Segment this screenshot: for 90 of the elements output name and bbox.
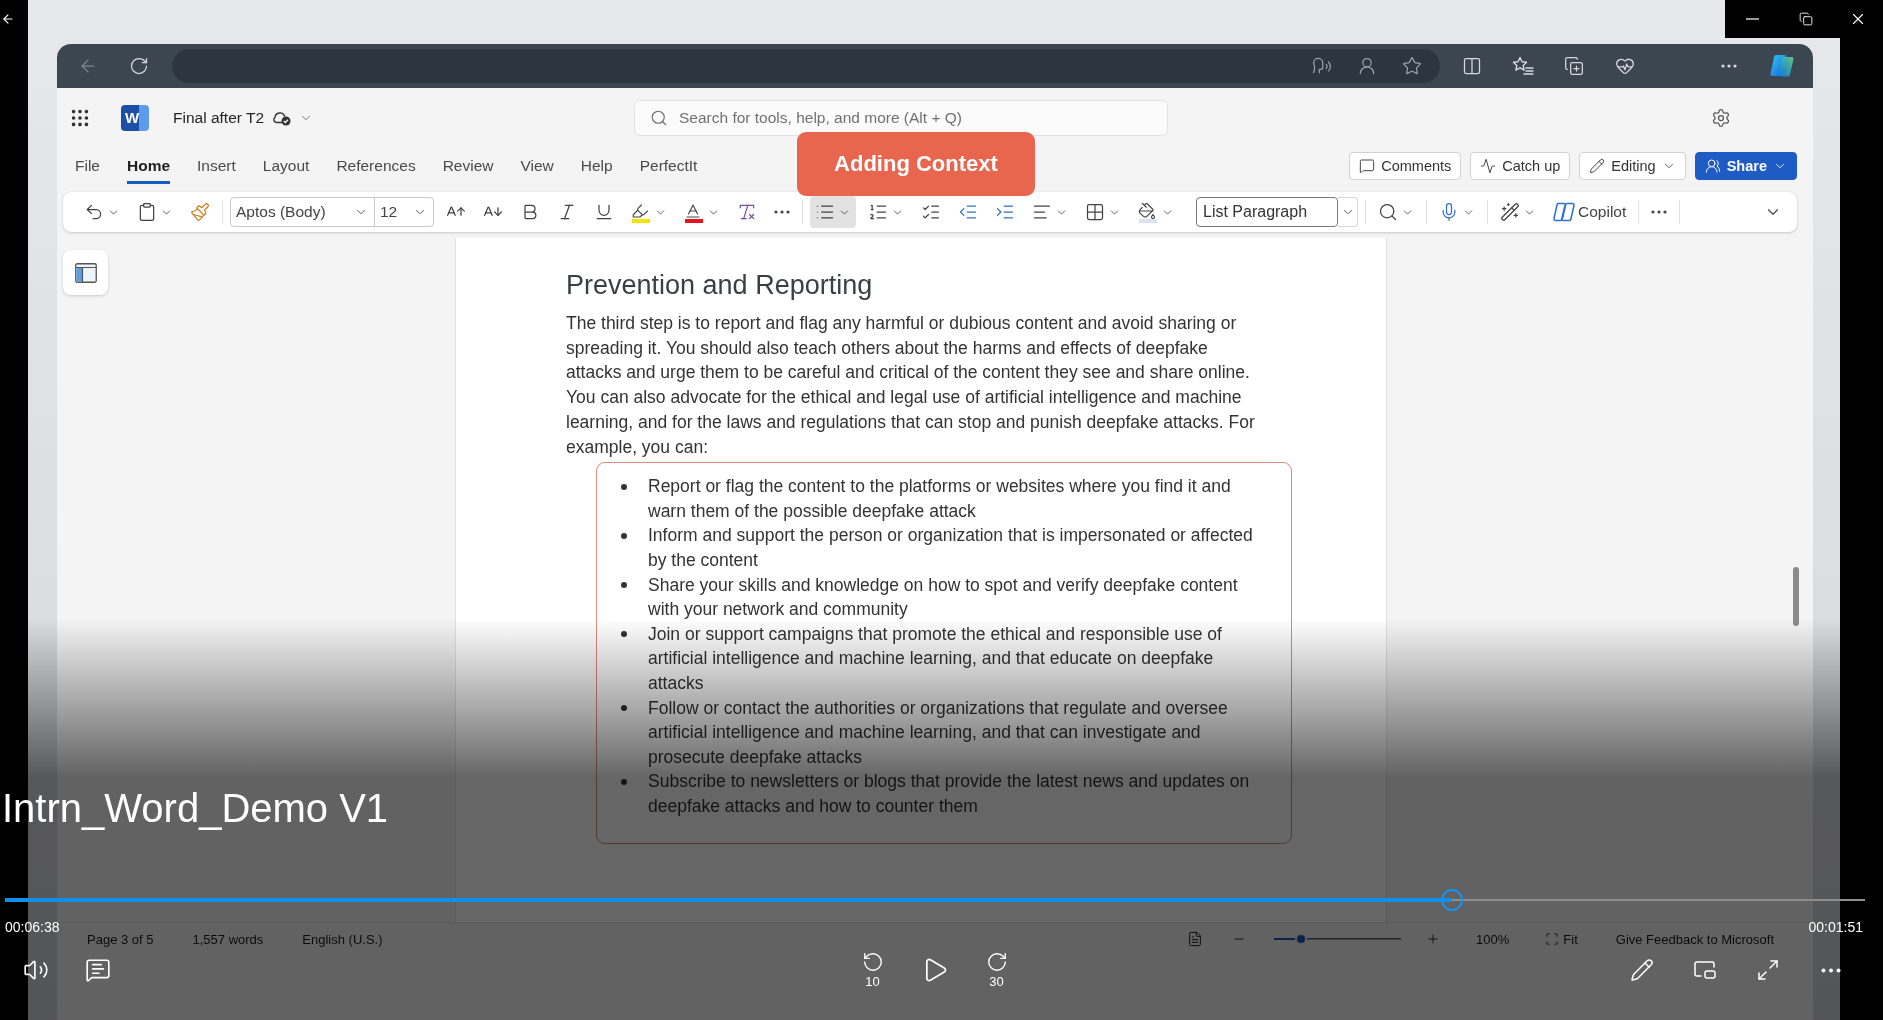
settings-icon xyxy=(1711,108,1731,128)
ribbon-tab[interactable]: Home xyxy=(127,148,171,184)
bullet-icon xyxy=(621,532,627,539)
font-name-field[interactable]: Aptos (Body) xyxy=(230,197,375,227)
bullet-icon xyxy=(621,705,627,712)
counterclockwise-arrow-icon xyxy=(861,951,884,973)
undo-icon xyxy=(84,202,104,222)
speech-bubble-icon xyxy=(1359,158,1376,174)
speech-bubble-icon xyxy=(85,957,111,983)
pencil-icon xyxy=(1589,158,1606,174)
more-icon xyxy=(1821,967,1841,973)
bullet-text: Subscribe to newsletters or blogs that provide the latest news and updates on deepfake attacks and how to counter them xyxy=(648,770,1251,818)
comments-button[interactable]: Comments xyxy=(1349,152,1462,180)
ribbon-tab[interactable]: Help xyxy=(580,148,613,184)
bullet-text: Report or flag the content to the platforms or websites where you find it and warn them of the possible deepfake attack xyxy=(648,475,1232,523)
ribbon-tab[interactable]: View xyxy=(520,148,554,184)
ribbon-tab[interactable]: Insert xyxy=(197,148,236,184)
numbered-list-icon xyxy=(868,202,888,222)
page-count: Page 3 of 5 xyxy=(87,931,154,947)
clipboard-icon xyxy=(137,202,157,222)
magic-wand-icon xyxy=(1500,202,1520,222)
star-lines-icon[interactable] xyxy=(1512,56,1534,76)
body-paragraph: The third step is to report and flag any harmful or dubious content and avoid sharing or spreading it. You should also teach others about the harms and effects of deepfake attacks and urge them to be careful and critical of the content they see and share online. You can also advocate for the ethical and legal use of artificial intelligence and machine learning, and for the laws and regulations that can stop and punish deepfake attacks. For example, you can: xyxy=(566,312,1256,459)
scrollbar-thumb[interactable] xyxy=(1793,567,1799,626)
highlighter-icon xyxy=(631,201,651,223)
rewind-button[interactable]: 10 xyxy=(850,950,895,990)
restore-icon xyxy=(1799,12,1813,26)
grid-icon xyxy=(1085,202,1105,222)
more-icon xyxy=(1721,64,1737,68)
bullet-icon xyxy=(621,631,627,638)
search-icon xyxy=(1378,202,1398,222)
reload-icon xyxy=(129,56,149,76)
ribbon-tab[interactable]: PerfectIt xyxy=(639,148,698,184)
side-panel-icon xyxy=(74,262,97,283)
speaking-head-icon xyxy=(1312,56,1332,76)
remaining-time: 00:01:51 xyxy=(1808,918,1863,936)
more-icon xyxy=(1651,210,1668,214)
paint-bucket-icon xyxy=(1138,201,1158,223)
linked-shapes-icon xyxy=(1553,202,1575,222)
eraser-format-icon xyxy=(737,202,757,222)
app-logo: W xyxy=(121,105,149,131)
ribbon-tab[interactable]: File xyxy=(75,148,100,184)
search-icon xyxy=(650,109,668,127)
bullet-text: Follow or contact the authorities or organizations that regulate and oversee artificial intelligence and machine learning, and that can investigate and prosecute deepfake attacks xyxy=(648,696,1229,769)
minimize-icon xyxy=(1745,18,1759,20)
pencil-icon xyxy=(1630,958,1654,982)
more-icon xyxy=(774,210,790,214)
section-heading: Prevention and Reporting xyxy=(566,270,873,300)
split-columns-icon xyxy=(1462,56,1482,76)
bullet-icon xyxy=(621,483,627,490)
underline-icon xyxy=(594,202,614,222)
progress-thumb[interactable] xyxy=(1441,889,1464,911)
forward-button[interactable]: 30 xyxy=(974,950,1019,990)
pulse-line-icon xyxy=(1480,158,1497,174)
bullet-text: Share your skills and knowledge on how to spot and verify deepfake content with your network and community xyxy=(648,573,1239,622)
clockwise-arrow-icon xyxy=(985,951,1008,973)
bullet-icon xyxy=(621,582,627,589)
bullets-button[interactable] xyxy=(810,196,856,228)
catch-up-button[interactable]: Catch up xyxy=(1470,152,1571,180)
people-icon xyxy=(1704,158,1721,174)
navigation-pane-button[interactable] xyxy=(63,250,108,295)
bullet-text: Inform and support the person or organization that is impersonated or affected by the content xyxy=(648,524,1254,572)
star-icon xyxy=(1402,56,1422,76)
paintbrush-icon xyxy=(190,202,210,222)
share-button[interactable]: Share xyxy=(1694,152,1797,180)
callout-banner: Adding Context xyxy=(797,132,1035,196)
person-icon xyxy=(1357,56,1377,76)
address-field[interactable] xyxy=(172,49,1440,83)
elapsed-time: 00:06:38 xyxy=(5,918,60,936)
page-icon[interactable] xyxy=(1187,931,1204,947)
fullscreen-icon xyxy=(1756,958,1780,982)
bullet-text: Join or support campaigns that promote the ethical and responsible use of artificial intelligence and machine learning, and that educate on deepfake attacks xyxy=(648,622,1223,695)
style-field[interactable]: List Paragraph xyxy=(1196,197,1338,227)
ribbon-tab[interactable]: Layout xyxy=(262,148,310,184)
ribbon-tab[interactable]: References xyxy=(336,148,416,184)
document-name-button[interactable]: Final after T2 xyxy=(173,109,314,127)
back-arrow-icon xyxy=(1,12,15,26)
copy-plus-icon xyxy=(1564,56,1584,76)
heart-pulse-icon xyxy=(1615,56,1635,76)
waffle-menu-icon xyxy=(69,107,91,129)
search-field[interactable]: Search for tools, help, and more (Alt + Q) xyxy=(634,100,1168,136)
font-size-field[interactable]: 12 xyxy=(374,197,434,227)
picture-in-picture-icon xyxy=(1693,958,1717,982)
editing-mode-button[interactable]: Editing xyxy=(1579,152,1686,180)
ribbon-tab[interactable]: Review xyxy=(442,148,494,184)
bullet-icon xyxy=(621,778,627,785)
cloud-check-icon xyxy=(272,110,292,126)
frame-corners-icon[interactable] xyxy=(1545,932,1560,946)
copilot-button[interactable]: Copilot xyxy=(1548,196,1632,228)
zoom-slider-thumb[interactable] xyxy=(1294,933,1307,945)
